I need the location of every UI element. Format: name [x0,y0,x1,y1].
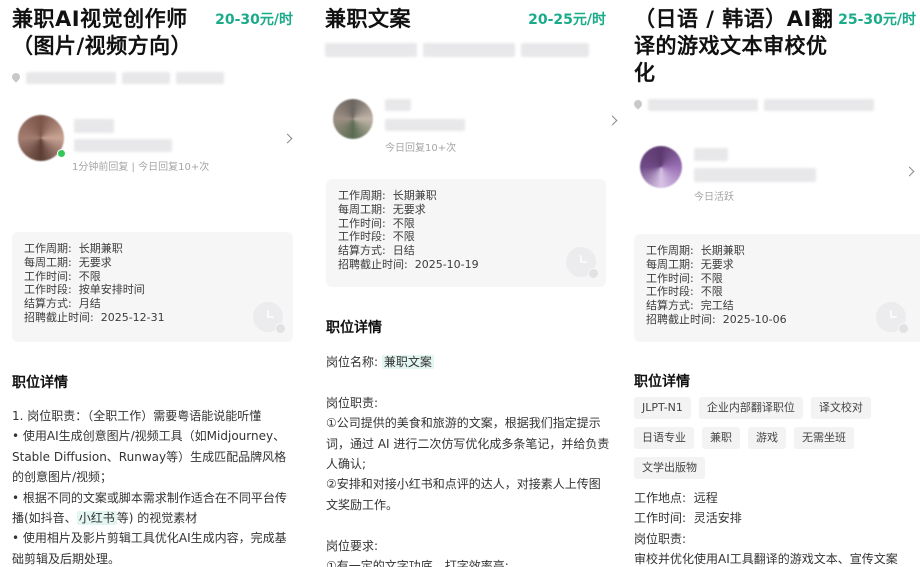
address-row [634,96,908,114]
recruiter-avatar [640,146,682,188]
redacted-address [26,72,116,84]
chevron-right-icon[interactable] [607,115,618,126]
redacted-address [648,99,758,111]
recruiter-avatar [333,99,373,139]
job-tag: 文学出版物 [634,457,705,479]
location-pin-icon [634,100,642,111]
redacted-address [423,43,515,57]
recruiter-status: 今日回复10+次 [385,143,457,154]
redacted-address [176,72,224,84]
redacted-address [521,43,589,57]
salary-badge: 20-30元/时 [215,12,293,28]
job-tag: JLPT-N1 [634,397,691,419]
details-title: 职位详情 [634,374,690,390]
job-title: （日语 / 韩语）AI翻译的游戏文本审校优化 [634,7,834,85]
redacted-recruiter-company [694,168,816,182]
job-info-card: 工作周期: 长期兼职 每周工期: 无要求 工作时间: 不限 工作时段: 不限 结… [326,179,606,287]
job-details-text: 1. 岗位职责：（全职工作）需要粤语能说能听懂 • 使用AI生成创意图片/视频工… [12,409,287,566]
recruiter-row[interactable]: 今日活跃 [634,114,915,214]
redacted-recruiter-name [74,119,114,133]
redacted-address [122,72,170,84]
redacted-recruiter-company [74,139,172,152]
job-tag: 无需坐班 [794,427,854,449]
address-row [12,69,293,87]
clock-badge-icon [275,323,286,334]
online-status-dot [57,149,66,158]
highlight-keyword: 小红书 [76,511,117,526]
job-header: （日语 / 韩语）AI翻译的游戏文本审校优化 [622,0,837,87]
position-name: 兼职文案 [381,355,434,369]
job-tags: JLPT-N1 企业内部翻译职位 译文校对 日语专业 兼职 游戏 无需坐班 文学… [634,397,904,479]
details-title: 职位详情 [12,375,68,391]
redacted-address [325,43,417,57]
job-card-copywriter[interactable]: 兼职文案 20-25元/时 今日回复10+次 工作周期: 长期兼职 每周工期: … [313,0,618,567]
salary-badge: 25-30元/时 [838,12,916,28]
clock-badge-icon [588,268,599,279]
job-info-card: 工作周期: 长期兼职 每周工期: 无要求 工作时间: 不限 工作时段: 按单安排… [12,232,293,342]
location-pin-icon [12,73,20,84]
address-row [325,41,606,59]
redacted-recruiter-company [385,119,465,131]
job-info-card: 工作周期: 长期兼职 每周工期: 无要求 工作时间: 不限 工作时段: 不限 结… [634,234,920,342]
job-details-text: 岗位名称: 兼职文案 岗位职责: ①公司提供的美食和旅游的文案，根据我们指定提示… [326,355,610,567]
job-details-text: 工作地点: 远程 工作时间: 灵活安排 岗位职责: 审校并优化使用AI工具翻译的… [634,491,898,567]
job-tag: 译文校对 [810,397,871,419]
recruiter-row[interactable]: 今日回复10+次 [325,59,618,169]
recruiter-row[interactable]: 1分钟前回复 | 今日回复10+次 [12,87,293,173]
redacted-recruiter-name [385,99,411,111]
job-card-ai-visual[interactable]: 兼职AI视觉创作师（图片/视频方向） 20-30元/时 1分钟前回复 | 今日回… [0,0,305,567]
job-tag: 企业内部翻译职位 [698,397,803,419]
job-title: 兼职AI视觉创作师（图片/视频方向） [12,7,193,58]
clock-badge-icon [898,323,909,334]
job-header: 兼职AI视觉创作师（图片/视频方向） [0,0,210,60]
job-tag: 兼职 [702,427,740,449]
recruiter-status: 今日活跃 [694,192,734,203]
chevron-right-icon[interactable] [282,133,293,144]
job-card-translation[interactable]: （日语 / 韩语）AI翻译的游戏文本审校优化 25-30元/时 今日活跃 工作周… [622,0,920,567]
recruiter-status: 1分钟前回复 | 今日回复10+次 [72,162,210,173]
salary-badge: 20-25元/时 [528,12,606,28]
redacted-recruiter-name [694,148,728,161]
chevron-right-icon[interactable] [904,166,915,177]
details-title: 职位详情 [326,320,382,336]
job-tag: 游戏 [748,427,786,449]
redacted-address [764,99,874,111]
job-tag: 日语专业 [634,427,694,449]
